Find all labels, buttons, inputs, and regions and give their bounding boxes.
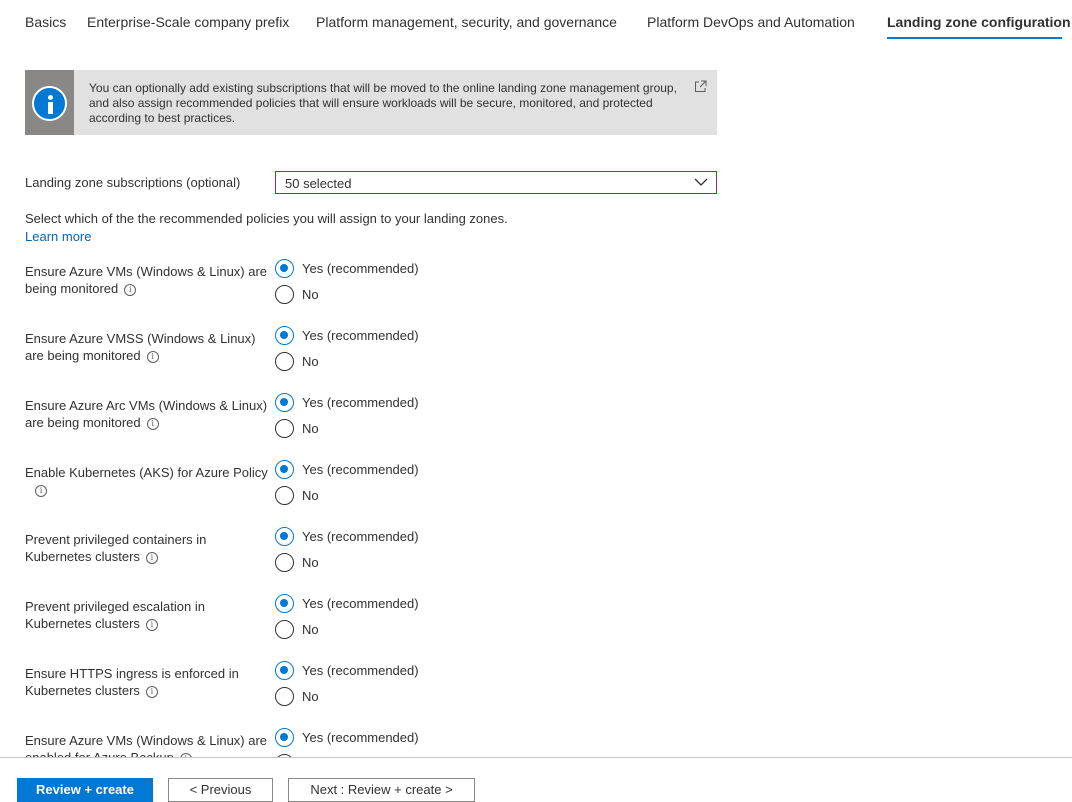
policy-intro-text: Select which of the the recommended poli…	[25, 211, 508, 226]
active-tab-indicator	[887, 37, 1062, 39]
info-banner: You can optionally add existing subscrip…	[25, 70, 717, 135]
info-icon	[32, 86, 67, 121]
wizard-footer: Review + create < Previous Next : Review…	[0, 757, 1072, 802]
info-tooltip-icon[interactable]: i	[145, 685, 158, 698]
radio-button-checked[interactable]	[275, 393, 294, 412]
policy-row: Prevent privileged containers in Kubernet…	[0, 527, 1072, 589]
policy-label: Prevent privileged escalation in Kubernet…	[25, 599, 205, 631]
tab-platform-management[interactable]: Platform management, security, and gover…	[316, 14, 617, 30]
learn-more-link[interactable]: Learn more	[25, 229, 91, 244]
radio-no-label: No	[302, 622, 319, 637]
radio-no-label: No	[302, 354, 319, 369]
radio-yes-label: Yes (recommended)	[302, 730, 419, 745]
chevron-down-icon	[694, 178, 708, 186]
tab-basics[interactable]: Basics	[25, 14, 66, 30]
radio-yes-label: Yes (recommended)	[302, 395, 419, 410]
policy-label: Ensure Azure VMs (Windows & Linux) are be…	[25, 264, 268, 296]
policy-label: Enable Kubernetes (AKS) for Azure Policy…	[25, 465, 268, 497]
info-banner-text: You can optionally add existing subscrip…	[89, 81, 677, 125]
radio-yes-label: Yes (recommended)	[302, 462, 419, 477]
radio-yes-label: Yes (recommended)	[302, 596, 419, 611]
subscriptions-label: Landing zone subscriptions (optional)	[25, 175, 241, 190]
radio-no-label: No	[302, 555, 319, 570]
radio-yes-label: Yes (recommended)	[302, 328, 419, 343]
policy-row: Ensure Azure VMs (Windows & Linux) are be…	[0, 259, 1072, 321]
next-button[interactable]: Next : Review + create >	[288, 778, 475, 802]
radio-button[interactable]	[275, 620, 294, 639]
radio-button-checked[interactable]	[275, 728, 294, 747]
policy-label: Ensure Azure Arc VMs (Windows & Linux) ar…	[25, 398, 268, 430]
tab-landing-zone-configuration[interactable]: Landing zone configuration	[887, 14, 1071, 30]
radio-no-label: No	[302, 421, 319, 436]
previous-button[interactable]: < Previous	[168, 778, 273, 802]
radio-no-label: No	[302, 488, 319, 503]
radio-button[interactable]	[275, 553, 294, 572]
radio-button[interactable]	[275, 687, 294, 706]
radio-yes-label: Yes (recommended)	[302, 529, 419, 544]
radio-button[interactable]	[275, 285, 294, 304]
radio-no-label: No	[302, 287, 319, 302]
wizard-tabs: Basics Enterprise-Scale company prefix P…	[0, 0, 1072, 42]
policy-row: Ensure HTTPS ingress is enforced in Kuber…	[0, 661, 1072, 723]
policy-label: Ensure HTTPS ingress is enforced in Kuber…	[25, 666, 239, 698]
info-tooltip-icon[interactable]: i	[146, 417, 159, 430]
external-link-icon[interactable]	[694, 80, 707, 93]
info-icon-box	[25, 70, 74, 135]
policy-row: Ensure Azure Arc VMs (Windows & Linux) ar…	[0, 393, 1072, 455]
radio-button-checked[interactable]	[275, 326, 294, 345]
tab-company-prefix[interactable]: Enterprise-Scale company prefix	[87, 14, 289, 30]
policy-row: Enable Kubernetes (AKS) for Azure Policy…	[0, 460, 1072, 522]
radio-yes-label: Yes (recommended)	[302, 261, 419, 276]
policy-label: Prevent privileged containers in Kubernet…	[25, 532, 207, 564]
info-tooltip-icon[interactable]: i	[145, 551, 158, 564]
radio-button[interactable]	[275, 486, 294, 505]
radio-button-checked[interactable]	[275, 594, 294, 613]
radio-button[interactable]	[275, 352, 294, 371]
radio-button[interactable]	[275, 419, 294, 438]
radio-button-checked[interactable]	[275, 661, 294, 680]
radio-button-checked[interactable]	[275, 259, 294, 278]
info-tooltip-icon[interactable]: i	[124, 283, 137, 296]
info-tooltip-icon[interactable]: i	[146, 350, 159, 363]
policy-label: Ensure Azure VMSS (Windows & Linux) are b…	[25, 331, 256, 363]
policy-row: Ensure Azure VMSS (Windows & Linux) are b…	[0, 326, 1072, 388]
review-create-button[interactable]: Review + create	[17, 778, 153, 802]
radio-button-checked[interactable]	[275, 460, 294, 479]
tab-platform-devops[interactable]: Platform DevOps and Automation	[647, 14, 855, 30]
info-tooltip-icon[interactable]: i	[145, 618, 158, 631]
policy-row: Prevent privileged escalation in Kubernet…	[0, 594, 1072, 656]
radio-yes-label: Yes (recommended)	[302, 663, 419, 678]
radio-no-label: No	[302, 689, 319, 704]
subscriptions-dropdown[interactable]: 50 selected	[275, 171, 717, 194]
info-tooltip-icon[interactable]: i	[35, 484, 47, 497]
subscriptions-value: 50 selected	[285, 176, 352, 191]
radio-button-checked[interactable]	[275, 527, 294, 546]
